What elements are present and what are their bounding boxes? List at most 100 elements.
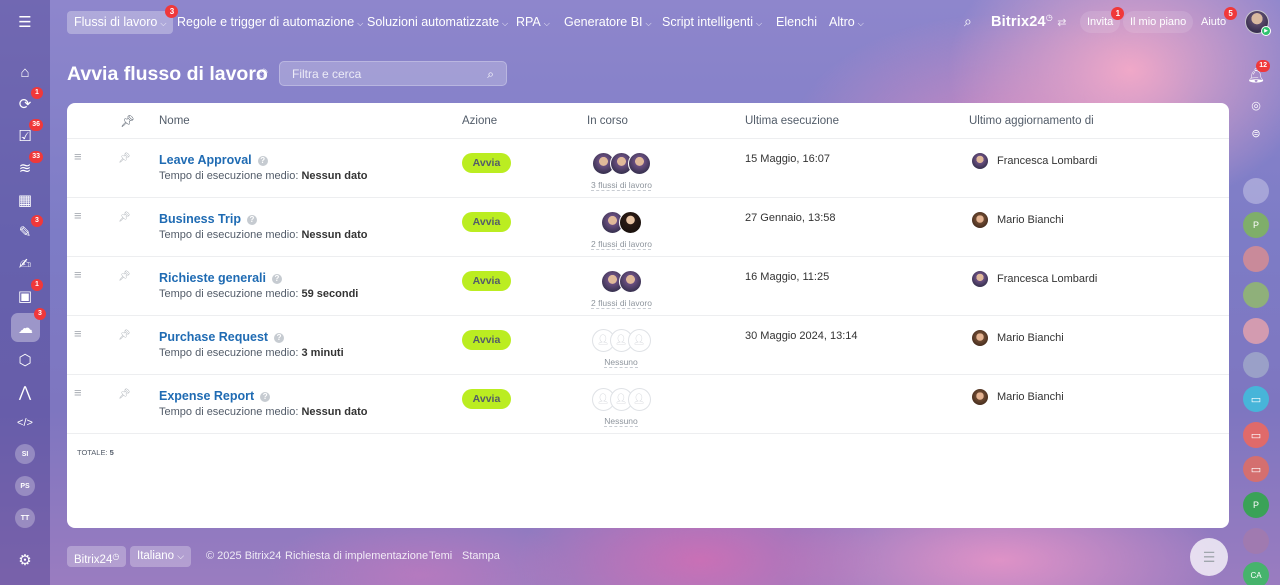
tasks-icon[interactable]: ☑ 36 <box>13 119 43 148</box>
search-input[interactable] <box>280 62 470 85</box>
search-icon[interactable]: ⌕ <box>487 67 494 82</box>
column-last-run[interactable]: Ultima esecuzione <box>745 115 839 127</box>
pin-icon[interactable]: 📌︎ <box>118 153 131 164</box>
nav-soluzioni-automatizzate[interactable]: Soluzioni automatizzate ⌵ <box>360 11 515 34</box>
help-icon[interactable]: ? <box>257 156 268 166</box>
chat-avatar[interactable]: ▭ <box>1243 456 1269 482</box>
market-icon[interactable]: ⬡ <box>13 348 37 372</box>
home-icon[interactable]: ⌂ <box>13 60 37 84</box>
start-button[interactable]: Avvia <box>462 330 511 350</box>
chat-avatar[interactable]: P <box>1243 212 1269 238</box>
user-avatar[interactable]: ▶ <box>1245 10 1271 36</box>
calendar-icon[interactable]: ▦ <box>13 188 37 212</box>
start-button[interactable]: Avvia <box>462 153 511 173</box>
my-plan-button[interactable]: Il mio piano <box>1123 11 1194 33</box>
search-chat-icon[interactable]: ⊜ <box>1243 120 1269 146</box>
pin-icon[interactable]: 📌︎ <box>255 68 269 81</box>
empty-avatar[interactable]: 👤︎ <box>627 329 651 352</box>
chat-avatar[interactable] <box>1243 178 1269 204</box>
running-flows-link[interactable]: Nessuno <box>604 357 638 368</box>
running-flows-link[interactable]: Nessuno <box>604 416 638 427</box>
help-icon[interactable]: ? <box>272 274 282 284</box>
filter-search[interactable]: ⌕ <box>279 61 507 86</box>
help-icon[interactable]: ? <box>260 392 271 402</box>
chat-avatar[interactable]: CA <box>1243 562 1269 585</box>
running-avatars[interactable] <box>600 211 642 235</box>
chat-list-icon[interactable]: ☰ <box>1190 538 1228 576</box>
help-icon[interactable]: ? <box>274 333 285 343</box>
user-avatar[interactable] <box>972 271 988 287</box>
invite-button[interactable]: Invita 1 <box>1080 7 1125 33</box>
chat-avatar[interactable]: ▭ <box>1243 422 1269 448</box>
column-running[interactable]: In corso <box>587 115 628 127</box>
workflow-name[interactable]: Leave Approval? <box>159 153 268 167</box>
user-avatar[interactable] <box>972 212 988 228</box>
workflow-name[interactable]: Expense Report? <box>159 389 271 403</box>
brand-logo[interactable]: Bitrix24◷ ⇄ <box>991 13 1067 30</box>
sidebar-initials-si[interactable]: SI <box>15 444 35 464</box>
chat-avatar[interactable] <box>1243 352 1269 378</box>
drag-handle-icon[interactable]: ≡ <box>74 268 82 281</box>
updated-by[interactable]: Mario Bianchi <box>972 330 1064 346</box>
pin-column-icon[interactable]: 📌︎ <box>120 114 135 128</box>
start-button[interactable]: Avvia <box>462 212 511 232</box>
feed-icon[interactable]: ⟳ 1 <box>13 87 43 116</box>
updated-by[interactable]: Mario Bianchi <box>972 389 1064 405</box>
running-flows-link[interactable]: 2 flussi di lavoro <box>591 298 652 309</box>
running-avatar[interactable] <box>618 211 642 234</box>
footer-link-themes[interactable]: Temi <box>429 550 452 562</box>
workflow-name[interactable]: Richieste generali? <box>159 271 282 285</box>
user-avatar[interactable] <box>972 330 988 346</box>
help-icon[interactable]: ? <box>246 215 257 225</box>
workflow-name[interactable]: Purchase Request? <box>159 330 285 344</box>
chat-avatar[interactable]: ▭ <box>1243 386 1269 412</box>
start-button[interactable]: Avvia <box>462 389 511 409</box>
running-avatar[interactable] <box>627 152 651 175</box>
company-icon[interactable]: ⋀ <box>13 380 37 404</box>
start-button[interactable]: Avvia <box>462 271 511 291</box>
hamburger-icon[interactable]: ☰ <box>13 10 37 34</box>
sign-icon[interactable]: ✍ <box>13 252 37 276</box>
bell-icon[interactable]: 🔔︎ 12 <box>1243 60 1270 88</box>
pin-icon[interactable]: 📌︎ <box>118 330 131 341</box>
nav-elenchi[interactable]: Elenchi <box>769 11 824 34</box>
nav-flussi-di-lavoro[interactable]: Flussi di lavoro ⌵ 3 <box>67 5 179 34</box>
chat-avatar[interactable]: P <box>1243 492 1269 518</box>
sidebar-initials-ps[interactable]: PS <box>15 476 35 496</box>
crm-icon[interactable]: ≋ 33 <box>13 151 43 180</box>
chat-icon[interactable]: ▣ 1 <box>13 279 43 308</box>
sidebar-initials-tt[interactable]: TT <box>15 508 35 528</box>
search-icon[interactable]: ⌕ <box>964 13 972 30</box>
drag-handle-icon[interactable]: ≡ <box>74 150 82 163</box>
column-name[interactable]: Nome <box>159 115 190 127</box>
running-flows-link[interactable]: 2 flussi di lavoro <box>591 239 652 250</box>
updated-by[interactable]: Mario Bianchi <box>972 212 1064 228</box>
language-select[interactable]: Italiano ⌵ <box>130 546 192 567</box>
user-avatar[interactable] <box>972 389 988 405</box>
drag-handle-icon[interactable]: ≡ <box>74 209 82 222</box>
user-avatar[interactable] <box>972 153 988 169</box>
chat-avatar[interactable] <box>1243 246 1269 272</box>
running-avatars[interactable]: 👤︎ 👤︎ 👤︎ <box>591 329 651 353</box>
updated-by[interactable]: Francesca Lombardi <box>972 153 1097 169</box>
chat-avatar[interactable] <box>1243 318 1269 344</box>
pin-icon[interactable]: 📌︎ <box>118 389 131 400</box>
empty-avatar[interactable]: 👤︎ <box>627 388 651 411</box>
drag-handle-icon[interactable]: ≡ <box>74 386 82 399</box>
column-updated-by[interactable]: Ultimo aggiornamento di <box>969 115 1094 127</box>
running-avatars[interactable] <box>591 152 651 176</box>
nav-generatore-bi[interactable]: Generatore BI ⌵ <box>557 11 659 34</box>
footer-link-print[interactable]: Stampa <box>462 550 500 562</box>
running-flows-link[interactable]: 3 flussi di lavoro <box>591 180 652 191</box>
nav-altro[interactable]: Altro ⌵ <box>822 11 871 34</box>
nav-rpa[interactable]: RPA ⌵ <box>509 11 557 34</box>
footer-link-implementation[interactable]: Richiesta di implementazione <box>285 550 428 562</box>
pin-icon[interactable]: 📌︎ <box>118 271 131 282</box>
drag-handle-icon[interactable]: ≡ <box>74 327 82 340</box>
documents-icon[interactable]: ✎ 3 <box>13 215 43 244</box>
copilot-icon[interactable]: ◎ <box>1243 92 1269 118</box>
updated-by[interactable]: Francesca Lombardi <box>972 271 1097 287</box>
column-action[interactable]: Azione <box>462 115 497 127</box>
pin-icon[interactable]: 📌︎ <box>118 212 131 223</box>
chat-avatar[interactable] <box>1243 282 1269 308</box>
